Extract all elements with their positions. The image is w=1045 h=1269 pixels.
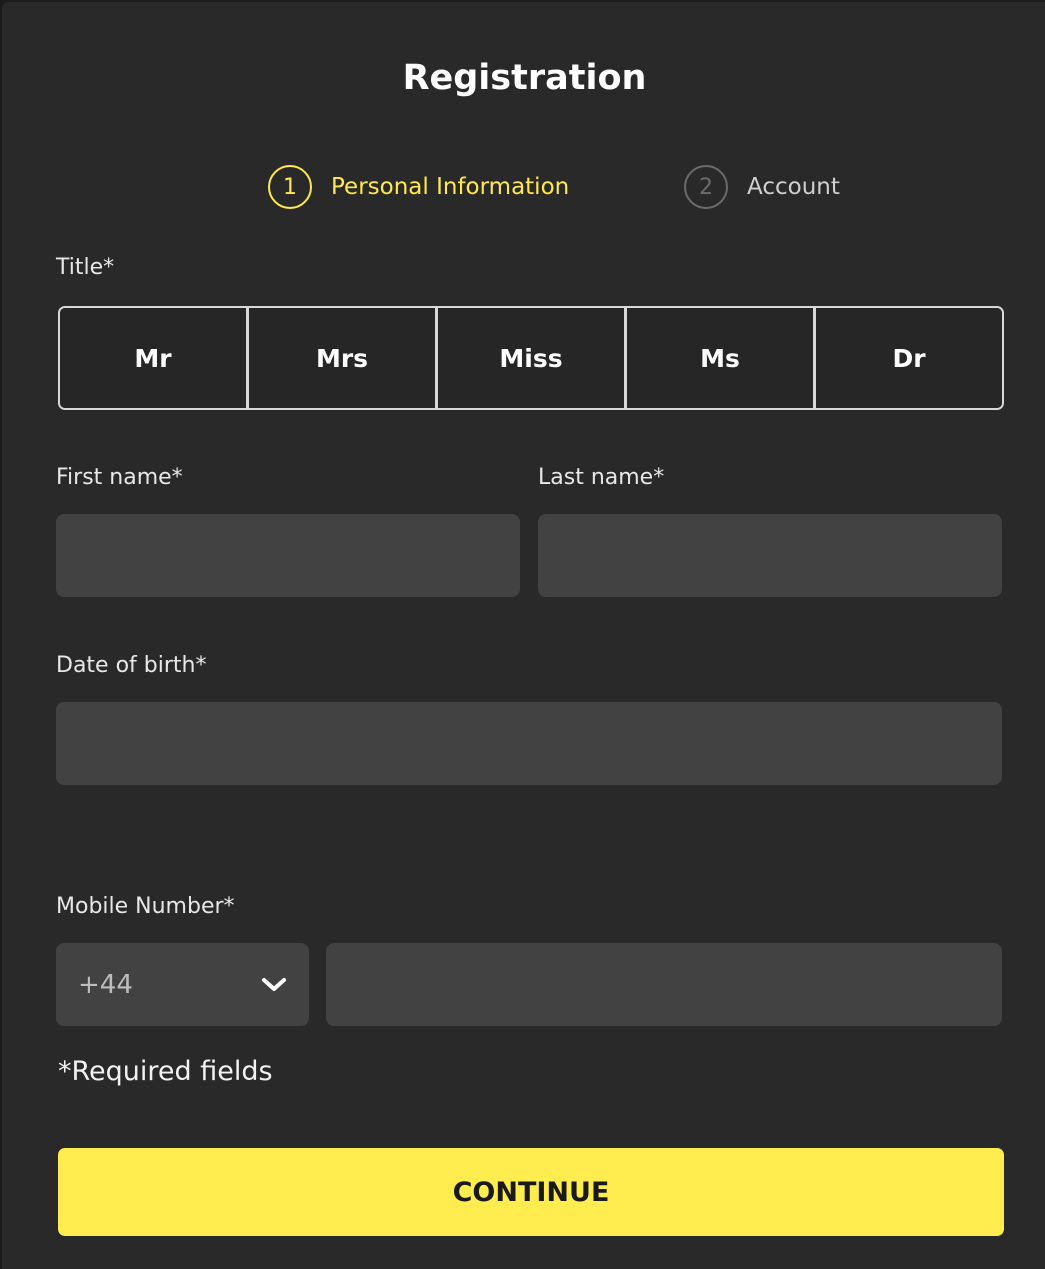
- dob-label: Date of birth*: [56, 653, 207, 678]
- step-number-badge: 2: [684, 165, 728, 209]
- chevron-down-icon: [261, 970, 287, 1000]
- mobile-number-input[interactable]: [326, 943, 1002, 1026]
- required-fields-note: *Required fields: [58, 1056, 273, 1087]
- page-title: Registration: [402, 58, 647, 98]
- title-option-miss[interactable]: Miss: [438, 308, 627, 408]
- country-code-select[interactable]: +44: [56, 943, 309, 1026]
- first-name-input[interactable]: [56, 514, 520, 597]
- step-number-badge: 1: [268, 165, 312, 209]
- title-option-ms[interactable]: Ms: [627, 308, 816, 408]
- title-option-dr[interactable]: Dr: [816, 308, 1002, 408]
- last-name-label: Last name*: [538, 465, 665, 490]
- title-selector: Mr Mrs Miss Ms Dr: [58, 306, 1004, 410]
- first-name-label: First name*: [56, 465, 183, 490]
- title-option-mr[interactable]: Mr: [60, 308, 249, 408]
- progress-stepper: 1 Personal Information 2 Account: [2, 165, 1045, 213]
- step-account: 2 Account: [684, 165, 840, 209]
- step-personal-information: 1 Personal Information: [268, 165, 569, 209]
- step-label: Personal Information: [331, 174, 570, 200]
- dob-input[interactable]: [56, 702, 1002, 785]
- title-option-mrs[interactable]: Mrs: [249, 308, 438, 408]
- last-name-input[interactable]: [538, 514, 1002, 597]
- registration-panel: Registration 1 Personal Information 2 Ac…: [2, 2, 1045, 1269]
- mobile-label: Mobile Number*: [56, 894, 235, 919]
- country-code-value: +44: [78, 969, 133, 1000]
- step-label: Account: [747, 174, 840, 200]
- title-label: Title*: [56, 255, 115, 280]
- continue-button[interactable]: CONTINUE: [58, 1148, 1004, 1236]
